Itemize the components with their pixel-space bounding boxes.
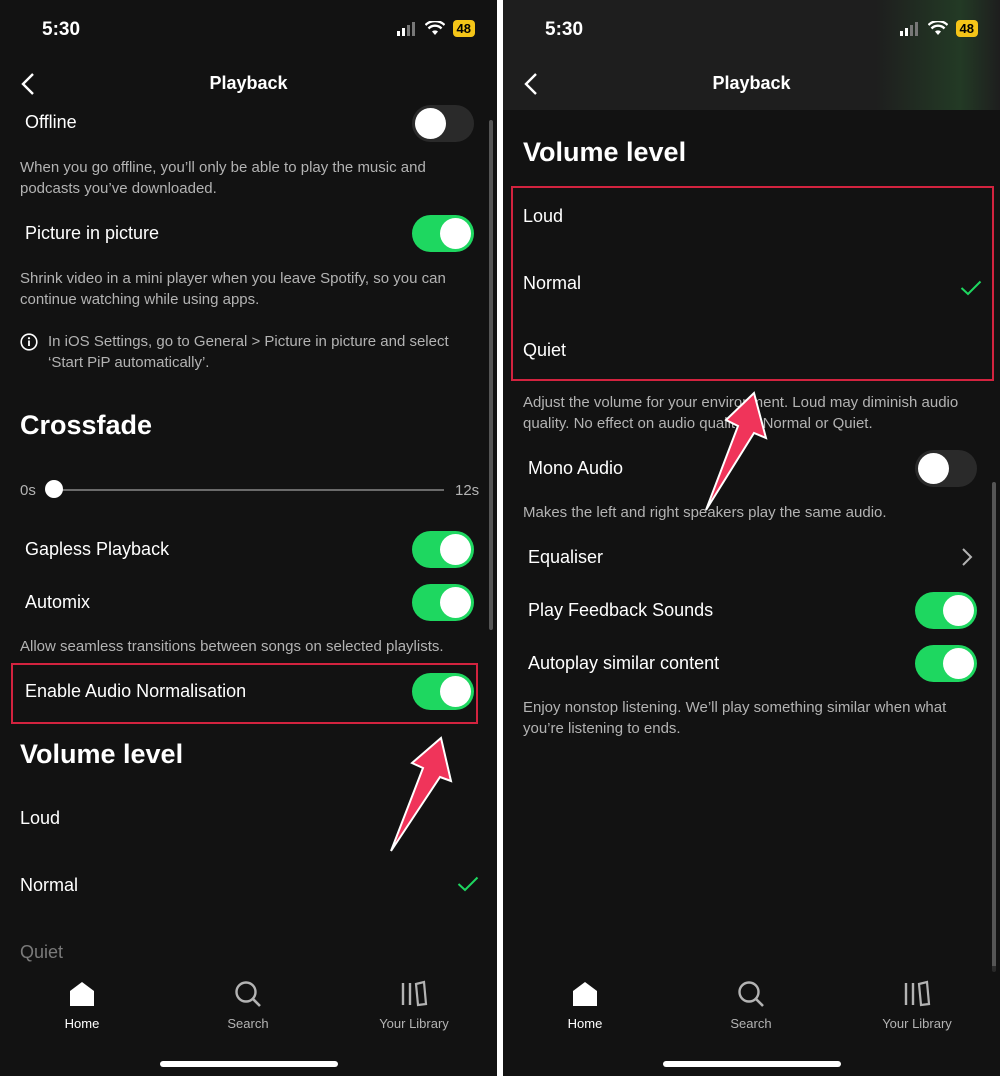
pip-description: Shrink video in a mini player when you l…	[20, 270, 446, 308]
volume-option-loud[interactable]: Loud	[20, 808, 60, 829]
crossfade-max-label: 12s	[455, 482, 480, 499]
page-title: Playback	[712, 73, 791, 93]
tab-bar: Home Search Your Library	[503, 966, 1000, 1076]
volume-option-normal[interactable]: Normal	[523, 273, 581, 294]
crossfade-slider-thumb[interactable]	[45, 480, 63, 498]
right-screen: 5:30 48 Playback Volume level Loud Norma…	[503, 0, 1000, 1076]
scrollbar[interactable]	[489, 120, 493, 630]
tab-search[interactable]: Search	[691, 980, 811, 1031]
status-time: 5:30	[545, 19, 584, 40]
automix-label: Automix	[25, 592, 91, 612]
tab-library[interactable]: Your Library	[857, 980, 977, 1031]
equaliser-label[interactable]: Equaliser	[528, 547, 603, 568]
search-icon	[235, 981, 261, 1007]
library-icon	[401, 980, 428, 1007]
checkmark-icon	[457, 872, 479, 898]
autoplay-toggle[interactable]	[915, 645, 977, 682]
tab-library-label: Your Library	[379, 1016, 449, 1031]
cellular-signal-icon	[396, 21, 415, 36]
volume-option-loud[interactable]: Loud	[523, 206, 563, 227]
arrow-annotation-icon	[705, 391, 768, 511]
checkmark-icon	[960, 276, 982, 302]
normalisation-label: Enable Audio Normalisation	[25, 681, 247, 701]
wifi-icon	[424, 21, 445, 35]
page-title: Playback	[209, 73, 288, 93]
mono-audio-toggle[interactable]	[915, 450, 977, 487]
feedback-sounds-toggle[interactable]	[915, 592, 977, 629]
volume-option-normal[interactable]: Normal	[20, 875, 78, 896]
home-icon	[573, 982, 597, 1006]
search-icon	[738, 981, 764, 1007]
battery-indicator: 48	[452, 20, 475, 37]
tab-library-label: Your Library	[882, 1016, 952, 1031]
left-screen: 5:30 48 Playback Offline When you go off…	[0, 0, 497, 1076]
status-icons: 48	[396, 20, 475, 37]
tab-library[interactable]: Your Library	[354, 980, 474, 1031]
battery-indicator: 48	[955, 20, 978, 37]
arrow-annotation-icon	[390, 736, 453, 852]
offline-toggle[interactable]	[412, 105, 474, 142]
normalisation-toggle[interactable]	[412, 673, 474, 710]
volume-option-quiet[interactable]: Quiet	[523, 340, 566, 361]
automix-toggle[interactable]	[412, 584, 474, 621]
mono-audio-label: Mono Audio	[528, 458, 624, 478]
pip-toggle[interactable]	[412, 215, 474, 252]
home-indicator	[160, 1061, 338, 1067]
volume-heading: Volume level	[20, 739, 184, 769]
automix-description: Allow seamless transitions between songs…	[20, 638, 444, 655]
tab-home-label: Home	[64, 1016, 100, 1031]
cellular-signal-icon	[899, 21, 918, 36]
offline-description: When you go offline, you’ll only be able…	[20, 159, 426, 197]
crossfade-heading: Crossfade	[20, 410, 153, 440]
library-icon	[904, 980, 931, 1007]
volume-heading: Volume level	[523, 137, 687, 167]
crossfade-slider-track[interactable]	[48, 489, 444, 491]
wifi-icon	[927, 21, 948, 35]
tab-bar: Home Search Your Library	[0, 966, 497, 1076]
volume-options-highlight-box	[511, 186, 994, 381]
autoplay-description: Enjoy nonstop listening. We’ll play some…	[523, 699, 947, 737]
gapless-toggle[interactable]	[412, 531, 474, 568]
scrollbar[interactable]	[992, 482, 996, 972]
pip-info-text: In iOS Settings, go to General > Picture…	[48, 333, 449, 371]
home-indicator	[663, 1061, 841, 1067]
feedback-sounds-label: Play Feedback Sounds	[528, 600, 714, 620]
tab-home-label: Home	[567, 1016, 603, 1031]
offline-label: Offline	[25, 112, 77, 132]
tab-search-label: Search	[227, 1016, 269, 1031]
info-icon	[20, 333, 38, 356]
tab-home[interactable]: Home	[525, 980, 645, 1031]
volume-option-quiet[interactable]: Quiet	[20, 942, 63, 963]
pip-label: Picture in picture	[25, 223, 160, 243]
tab-search-label: Search	[730, 1016, 772, 1031]
autoplay-label: Autoplay similar content	[528, 653, 720, 673]
status-icons: 48	[899, 20, 978, 37]
status-time: 5:30	[42, 19, 81, 40]
tab-home[interactable]: Home	[22, 980, 142, 1031]
home-icon	[70, 982, 94, 1006]
tab-search[interactable]: Search	[188, 980, 308, 1031]
gapless-label: Gapless Playback	[25, 539, 170, 559]
crossfade-min-label: 0s	[20, 482, 36, 499]
chevron-right-icon[interactable]	[961, 547, 973, 572]
